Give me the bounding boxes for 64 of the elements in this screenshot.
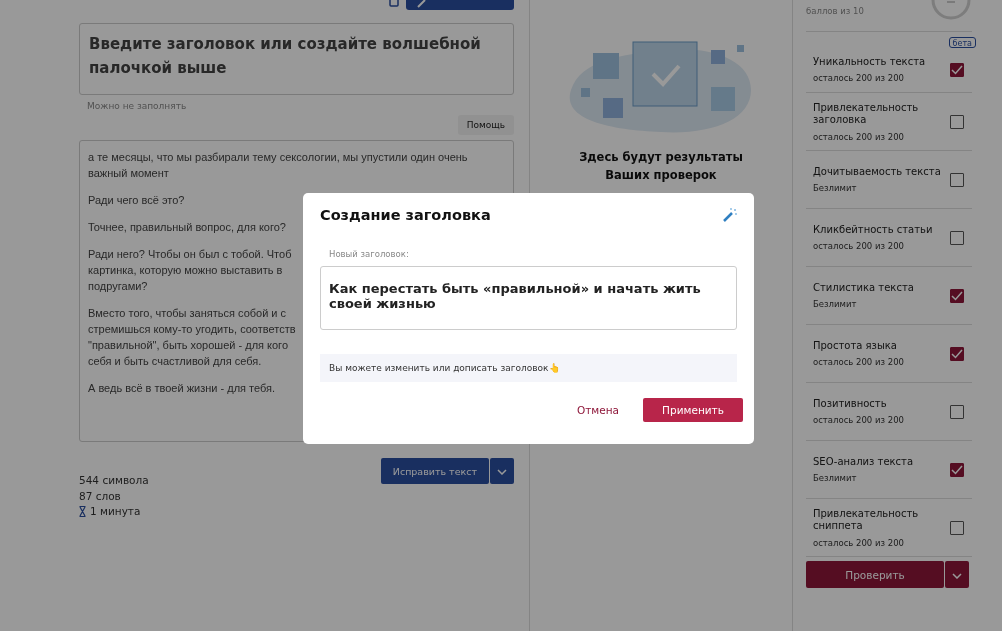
text-line: стремишься кому-то угодить, соответств: [88, 322, 296, 337]
check-quota: осталось 200 из 200: [813, 357, 905, 368]
check-name: Кликбейтность статьи: [813, 223, 934, 237]
checkbox[interactable]: [950, 346, 964, 361]
caret-icon: [952, 572, 962, 579]
checkbox[interactable]: [950, 404, 964, 419]
check-name: Привлекательность заголовка: [813, 101, 920, 127]
title-input[interactable]: Как перестать быть «правильной» и начать жить своей жизнью: [320, 266, 737, 330]
checkbox[interactable]: [950, 62, 964, 77]
score-caption: баллов из 10: [806, 6, 864, 18]
copy-icon[interactable]: [388, 0, 400, 8]
checkbox[interactable]: [950, 520, 964, 535]
text-line: А ведь всё в твоей жизни - для тебя.: [88, 381, 276, 396]
text-line: а те месяцы, что мы разбирали тему сексологии, мы упустили один очень: [88, 150, 468, 165]
dropdown-button[interactable]: [490, 458, 514, 484]
check-name: Стилистика текста: [813, 281, 915, 295]
hint-message: Вы можете изменить или дописать заголовок👆: [320, 354, 737, 382]
text-stat: 1 минута: [90, 504, 141, 519]
fix-text-button[interactable]: Исправить текст: [380, 458, 489, 484]
text-line: Вместо того, чтобы заняться собой и с: [88, 306, 287, 321]
field-label: Новый заголовок:: [329, 249, 410, 259]
checkbox[interactable]: [950, 172, 964, 187]
dialog-title: Создание заголовка: [320, 207, 491, 223]
check-quota: осталось 200 из 200: [813, 241, 905, 252]
magic-wand-icon[interactable]: [722, 207, 738, 223]
check-name: Дочитываемость текста: [813, 165, 942, 179]
hourglass-icon: [79, 506, 86, 518]
text-line: важный момент: [88, 166, 169, 181]
caret-icon: [497, 468, 507, 475]
text-line: подругами?: [88, 279, 148, 294]
dropdown-button[interactable]: [945, 561, 969, 588]
text-stat: 544 символа: [79, 473, 149, 488]
help-tooltip[interactable]: Помощь: [457, 115, 514, 135]
check-name: Привлекательность сниппета: [813, 507, 920, 533]
text-line: себя и быть счастливой для себя.: [88, 354, 262, 369]
check-name: Уникальность текста: [813, 55, 927, 69]
text-stat: 87 слов: [79, 488, 121, 504]
check-quota: Безлимит: [813, 473, 858, 484]
title-field[interactable]: Введите заголовок или создайте волшебной палочкой выше: [79, 23, 514, 95]
check-name: Позитивность: [813, 397, 888, 411]
cancel-button[interactable]: Отмена: [558, 404, 637, 416]
apply-button[interactable]: Применить: [643, 398, 743, 422]
checkbox[interactable]: [950, 462, 964, 477]
text-line: "правильной", быть хорошей - для кого: [88, 338, 288, 353]
check-button[interactable]: Проверить: [806, 561, 944, 588]
check-quota: осталось 200 из 200: [813, 73, 905, 84]
text-line: картинка, которую можно выставить в: [88, 263, 283, 278]
text-line: Ради него? Чтобы он был с тобой. Чтоб: [88, 247, 292, 262]
text-line: Точнее, правильный вопрос, для кого?: [88, 220, 286, 235]
checkbox[interactable]: [950, 230, 964, 245]
check-name: Простота языка: [813, 339, 898, 353]
title-hint: Можно не заполнять: [87, 101, 188, 111]
check-quota: осталось 200 из 200: [813, 415, 905, 426]
checkbox[interactable]: [950, 288, 964, 303]
results-message: Ваших проверок: [605, 167, 717, 184]
check-quota: Безлимит: [813, 183, 858, 194]
checkbox[interactable]: [950, 114, 964, 129]
check-quota: Безлимит: [813, 299, 858, 310]
check-quota: осталось 200 из 200: [813, 537, 905, 548]
results-message: Здесь будут результаты: [579, 149, 743, 166]
text-line: Ради чего всё это?: [88, 193, 185, 208]
check-name: SEO-анализ текста: [813, 455, 915, 469]
check-quota: осталось 200 из 200: [813, 131, 905, 142]
beta-badge: бета: [948, 37, 976, 48]
